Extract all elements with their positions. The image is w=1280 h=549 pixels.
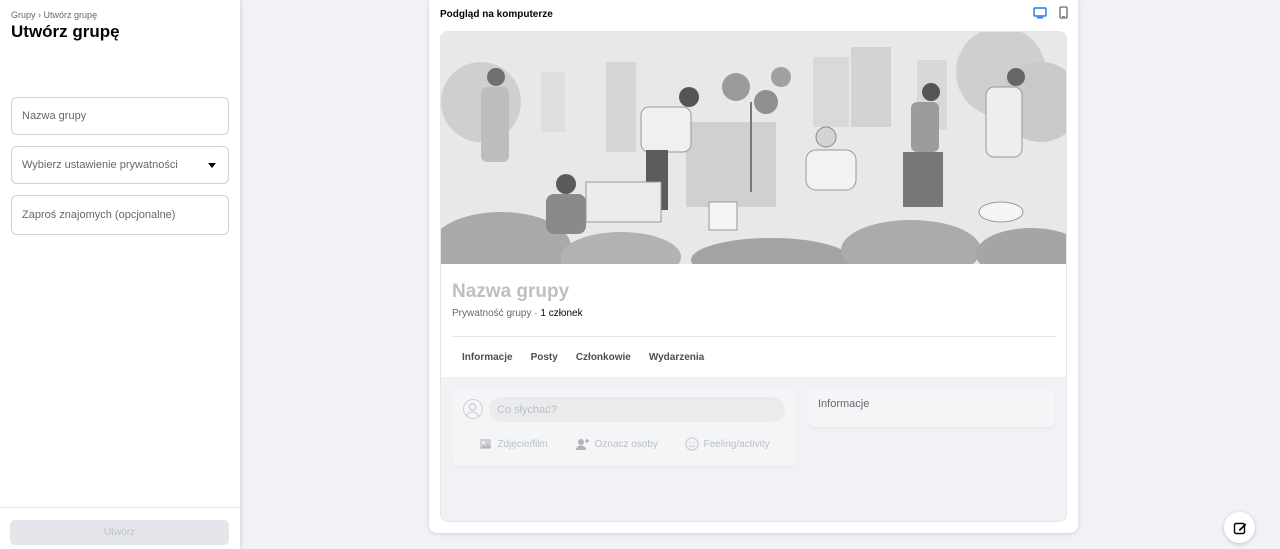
cover-illustration <box>441 32 1066 282</box>
group-preview: Nazwa grupy Prywatność grupy · 1 członek… <box>440 31 1067 522</box>
group-tabs: Informacje Posty Członkowie Wydarzenia <box>452 352 722 363</box>
privacy-select[interactable]: Wybierz ustawienie prywatności <box>11 146 229 184</box>
avatar-icon <box>463 399 483 419</box>
group-privacy: Prywatność grupy · <box>452 308 541 319</box>
group-name-input[interactable]: Nazwa grupy <box>11 97 229 135</box>
compose-icon <box>1233 522 1246 534</box>
feeling-activity-action[interactable]: Feeling/activity <box>684 437 770 451</box>
preview-label: Podgląd na komputerze <box>440 9 553 20</box>
composer-actions: Zdjęcie/film Oznacz osoby Feeling/activi… <box>452 437 797 451</box>
smiley-icon <box>684 437 699 451</box>
breadcrumb-current: Utwórz grupę <box>43 10 98 20</box>
member-count: 1 członek <box>540 308 583 319</box>
group-meta: Prywatność grupy · 1 członek <box>452 308 583 319</box>
info-card: Informacje <box>808 389 1055 427</box>
desktop-preview-panel: Podgląd na komputerze Nazwa grupy Prywat… <box>429 0 1078 533</box>
feeling-activity-label: Feeling/activity <box>703 438 770 450</box>
photo-video-label: Zdjęcie/film <box>497 438 548 450</box>
group-name-preview: Nazwa grupy <box>452 281 570 302</box>
tab-czlonkowie[interactable]: Członkowie <box>576 352 631 363</box>
device-toggle <box>1033 6 1068 24</box>
composer-input[interactable]: Co słychać? <box>489 397 785 422</box>
sidebar-footer: Utwórz <box>0 507 240 549</box>
tab-posty[interactable]: Posty <box>531 352 558 363</box>
new-message-button[interactable] <box>1224 512 1255 543</box>
page-title: Utwórz grupę <box>11 22 120 41</box>
tag-people-icon <box>575 438 589 450</box>
divider <box>452 336 1056 337</box>
privacy-select-label: Wybierz ustawienie prywatności <box>22 159 178 171</box>
create-group-sidebar: Grupy › Utwórz grupę Utwórz grupę Nazwa … <box>0 0 240 549</box>
caret-down-icon <box>208 162 216 168</box>
invite-friends-input[interactable]: Zaproś znajomych (opcjonalne) <box>11 195 229 235</box>
create-button[interactable]: Utwórz <box>10 520 229 545</box>
breadcrumb: Grupy › Utwórz grupę <box>11 10 97 20</box>
photo-icon <box>480 439 492 449</box>
tab-wydarzenia[interactable]: Wydarzenia <box>649 352 704 363</box>
tag-people-label: Oznacz osoby <box>594 438 658 450</box>
breadcrumb-groups-link[interactable]: Grupy <box>11 10 36 20</box>
desktop-icon[interactable] <box>1033 6 1047 24</box>
breadcrumb-separator: › <box>38 10 42 20</box>
mobile-icon[interactable] <box>1059 6 1068 24</box>
tab-informacje[interactable]: Informacje <box>462 352 513 363</box>
photo-video-action[interactable]: Zdjęcie/film <box>479 437 548 451</box>
tag-people-action[interactable]: Oznacz osoby <box>575 437 658 451</box>
post-composer: Co słychać? Zdjęcie/film Oznacz osoby Fe… <box>452 389 797 466</box>
group-header: Nazwa grupy Prywatność grupy · 1 członek… <box>441 264 1066 377</box>
